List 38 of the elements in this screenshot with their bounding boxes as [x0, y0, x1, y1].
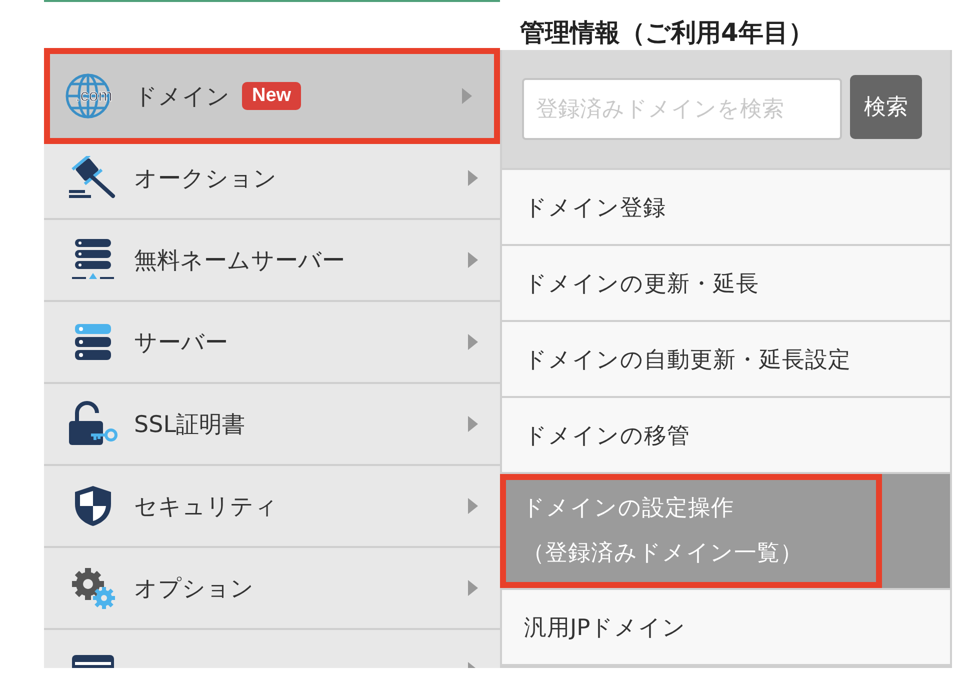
submenu-label: ドメインの自動更新・延長設定	[524, 346, 852, 374]
padlock-key-icon	[67, 401, 119, 447]
caret-right-icon	[468, 334, 478, 350]
gears-icon	[70, 566, 116, 610]
submenu-label: ドメインの設定操作	[522, 494, 735, 523]
menu-label: ドメイン	[134, 82, 230, 112]
menu-label: オークション	[134, 164, 277, 194]
submenu-item[interactable]: ドメインの自動更新・延長設定	[502, 322, 950, 398]
caret-right-icon	[462, 88, 472, 104]
submenu-item[interactable]: ドメインの更新・延長	[502, 246, 950, 322]
menu-item[interactable]: SSL証明書	[44, 384, 500, 466]
submenu-label: ドメインの更新・延長	[524, 270, 760, 298]
menu-label: SSL証明書	[134, 410, 246, 440]
menu-item[interactable]: セキュリティ	[44, 466, 500, 548]
submenu-item[interactable]: ドメイン登録	[502, 170, 950, 246]
menu-label: 無料ネームサーバー	[134, 246, 345, 276]
menu-label: セキュリティ	[134, 492, 278, 522]
submenu-label: 汎用JPドメイン	[524, 614, 688, 642]
menu-item[interactable]: .com ドメイン New	[44, 48, 500, 144]
caret-right-icon	[468, 252, 478, 268]
page-heading: 管理情報（ご利用4年目）	[520, 18, 814, 48]
menu-label: オプション	[134, 574, 254, 604]
new-badge: New	[242, 82, 302, 110]
menu-label: サーバー	[134, 328, 228, 358]
caret-right-icon	[468, 580, 478, 596]
caret-right-icon	[468, 170, 478, 186]
search-button[interactable]: 検索	[850, 75, 922, 139]
submenu-label: ドメイン登録	[524, 194, 667, 222]
submenu-label: ドメインの移管	[524, 422, 691, 450]
shield-icon	[73, 484, 113, 528]
menu-item[interactable]: 無料ネームサーバー	[44, 220, 500, 302]
submenu-sublabel: （登録済みドメイン一覧）	[522, 539, 804, 568]
submenu-item[interactable]: 汎用JPドメイン	[502, 590, 950, 666]
menu-item[interactable]: オプション	[44, 548, 500, 630]
menu-item[interactable]: サーバー	[44, 302, 500, 384]
server-icon	[72, 322, 114, 362]
caret-right-icon	[468, 498, 478, 514]
caret-right-icon	[468, 416, 478, 432]
